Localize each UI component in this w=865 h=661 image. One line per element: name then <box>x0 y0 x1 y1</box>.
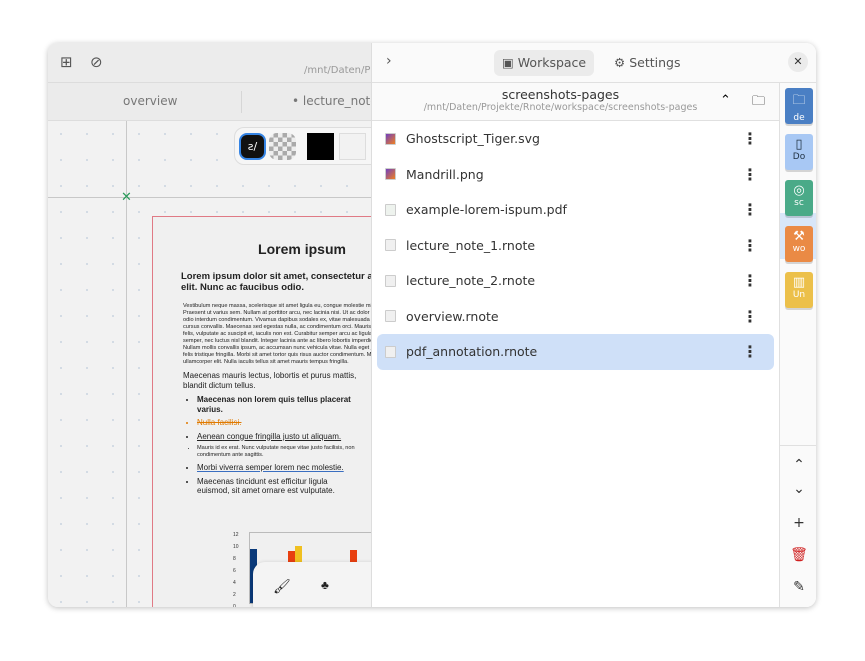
doc-title: Lorem ipsum <box>258 241 346 257</box>
workspace-button-do[interactable]: ▯ Do <box>785 134 813 170</box>
header-bar: ⊞ ⊘ /mnt/Daten/Projekte/Rnote/workspace/… <box>48 43 592 83</box>
gear-icon: ⚙ <box>614 55 626 70</box>
doc-bullet: Maecenas non lorem quis tellus placerat … <box>197 395 362 414</box>
file-file-icon <box>385 345 396 358</box>
panel-header: › ▣ Workspace ⚙ Settings ✕ <box>372 43 816 83</box>
file-name: lecture_note_1.rnote <box>406 237 536 253</box>
color-white-swatch[interactable] <box>339 133 366 160</box>
doc-paragraph: Vestibulum neque massa, scelerisque sit … <box>183 303 389 365</box>
chart-tick-label: 10 <box>233 544 239 550</box>
file-item[interactable]: Mandrill.png ⋮ <box>377 157 774 193</box>
more-options-icon[interactable]: ⋮ <box>742 271 758 290</box>
book-icon: ▥ <box>792 275 806 290</box>
folder-icon: 🗀 <box>792 93 806 108</box>
new-tab-icon[interactable]: ⊞ <box>60 53 73 71</box>
document-tabs: overview • lecture_note <box>48 83 378 121</box>
folder-open-icon[interactable]: 🗀 <box>752 92 765 114</box>
file-name: Ghostscript_Tiger.svg <box>406 131 540 147</box>
edit-icon[interactable]: ✎ <box>780 579 816 595</box>
file-file-icon <box>385 274 396 287</box>
doc-bullet: Mauris id ex erat. Nunc vulputate neque … <box>197 445 362 459</box>
file-item[interactable]: example-lorem-ispum.pdf ⋮ <box>377 192 774 228</box>
pdf-file-icon <box>385 203 396 216</box>
brush-icon[interactable]: 🖌 <box>273 578 291 595</box>
workspace-bar: 🗀 de ▯ Do ◎ sc ⚒ wo ▥ Un ⌃ ⌄ + 🗑 ✎ <box>779 83 816 607</box>
shapes-icon[interactable]: ♣ <box>321 578 329 592</box>
image-file-icon <box>385 168 396 181</box>
chart-tick-label: 2 <box>233 592 236 598</box>
workspace-button-sc[interactable]: ◎ sc <box>785 180 813 216</box>
add-workspace-icon[interactable]: + <box>780 515 816 531</box>
chevron-up-icon[interactable]: ⌃ <box>720 93 731 108</box>
doc-bullet: Morbi viverra semper lorem nec molestie. <box>197 463 362 473</box>
origin-marker-icon: ✕ <box>121 190 132 205</box>
doc-paragraph: Maecenas mauris lectus, lobortis et puru… <box>183 371 357 390</box>
more-options-icon[interactable]: ⋮ <box>742 342 758 361</box>
chart-tick-label: 0 <box>233 604 236 607</box>
visibility-off-icon[interactable]: ⊘ <box>90 53 103 71</box>
doc-subtitle: Lorem ipsum dolor sit amet, consectetur … <box>181 271 392 293</box>
file-name: Mandrill.png <box>406 166 484 182</box>
workspace-button-de[interactable]: 🗀 de <box>785 88 813 124</box>
file-name: example-lorem-ispum.pdf <box>406 202 567 218</box>
tab-workspace[interactable]: ▣ Workspace <box>494 50 595 76</box>
move-down-icon[interactable]: ⌄ <box>780 481 816 497</box>
tab-overview[interactable]: overview <box>123 94 177 108</box>
canvas-guide-line <box>48 197 371 198</box>
color-black-swatch[interactable] <box>307 133 334 160</box>
file-file-icon <box>385 239 396 252</box>
doc-bullet: Nulla facilisi. <box>197 418 362 428</box>
delete-icon[interactable]: 🗑 <box>780 547 816 563</box>
chart-tick-label: 4 <box>233 580 236 586</box>
camera-icon: ◎ <box>793 183 805 198</box>
file-name: lecture_note_2.rnote <box>406 273 536 289</box>
more-options-icon[interactable]: ⋮ <box>742 200 758 219</box>
more-options-icon[interactable]: ⋮ <box>742 236 758 255</box>
bookmark-icon: ▯ <box>795 137 803 152</box>
pdf-page: Lorem ipsum Lorem ipsum dolor sit amet, … <box>152 216 392 607</box>
divider <box>780 445 816 446</box>
workspace-icon: ▣ <box>502 55 514 70</box>
chart-tick-label: 8 <box>233 556 236 562</box>
chart-y-ticks: 12 10 8 6 4 2 0 <box>233 529 239 607</box>
canvas-area: ⊞ ⊘ /mnt/Daten/Projekte/Rnote/workspace/… <box>48 43 592 607</box>
close-button[interactable]: ✕ <box>788 52 808 72</box>
pen-style-toolbar: ƨ/ <box>234 127 384 165</box>
more-options-icon[interactable]: ⋮ <box>742 165 758 184</box>
more-options-icon[interactable]: ⋮ <box>742 307 758 326</box>
app-window: ⊞ ⊘ /mnt/Daten/Projekte/Rnote/workspace/… <box>48 43 816 607</box>
file-item[interactable]: lecture_note_2.rnote ⋮ <box>377 263 774 299</box>
file-item[interactable]: Ghostscript_Tiger.svg ⋮ <box>377 121 774 157</box>
chart-tick-label: 12 <box>233 532 239 538</box>
hammer-icon: ⚒ <box>793 229 805 244</box>
doc-bullet: Maecenas tincidunt est efficitur ligula … <box>197 477 362 496</box>
file-name: overview.rnote <box>406 308 499 324</box>
tab-settings[interactable]: ⚙ Settings <box>606 50 688 76</box>
dir-path: /mnt/Daten/Projekte/Rnote/workspace/scre… <box>423 102 698 113</box>
tab-divider <box>241 91 242 113</box>
file-item[interactable]: pdf_annotation.rnote ⋮ <box>377 334 774 370</box>
image-file-icon <box>385 132 396 145</box>
eraser-style-button[interactable] <box>269 133 296 160</box>
chart-tick-label: 6 <box>233 568 236 574</box>
collapse-chevron-icon[interactable]: › <box>386 53 392 69</box>
file-file-icon <box>385 310 396 323</box>
file-list: Ghostscript_Tiger.svg ⋮ Mandrill.png ⋮ examp… <box>372 121 779 370</box>
more-options-icon[interactable]: ⋮ <box>742 129 758 148</box>
dir-name: screenshots-pages <box>501 87 620 102</box>
file-item[interactable]: lecture_note_1.rnote ⋮ <box>377 228 774 264</box>
workspace-dir-header: screenshots-pages /mnt/Daten/Projekte/Rn… <box>372 83 779 121</box>
workspace-button-wo[interactable]: ⚒ wo <box>785 226 813 262</box>
sidebar-panel: › ▣ Workspace ⚙ Settings ✕ screenshots-p… <box>371 43 816 607</box>
workspace-button-un[interactable]: ▥ Un <box>785 272 813 308</box>
doc-bullet: Aenean congue fringilla justo ut aliquam… <box>197 432 362 442</box>
file-item[interactable]: overview.rnote ⋮ <box>377 299 774 335</box>
brush-style-button[interactable]: ƨ/ <box>239 133 266 160</box>
move-up-icon[interactable]: ⌃ <box>780 457 816 473</box>
file-name: pdf_annotation.rnote <box>406 344 538 360</box>
